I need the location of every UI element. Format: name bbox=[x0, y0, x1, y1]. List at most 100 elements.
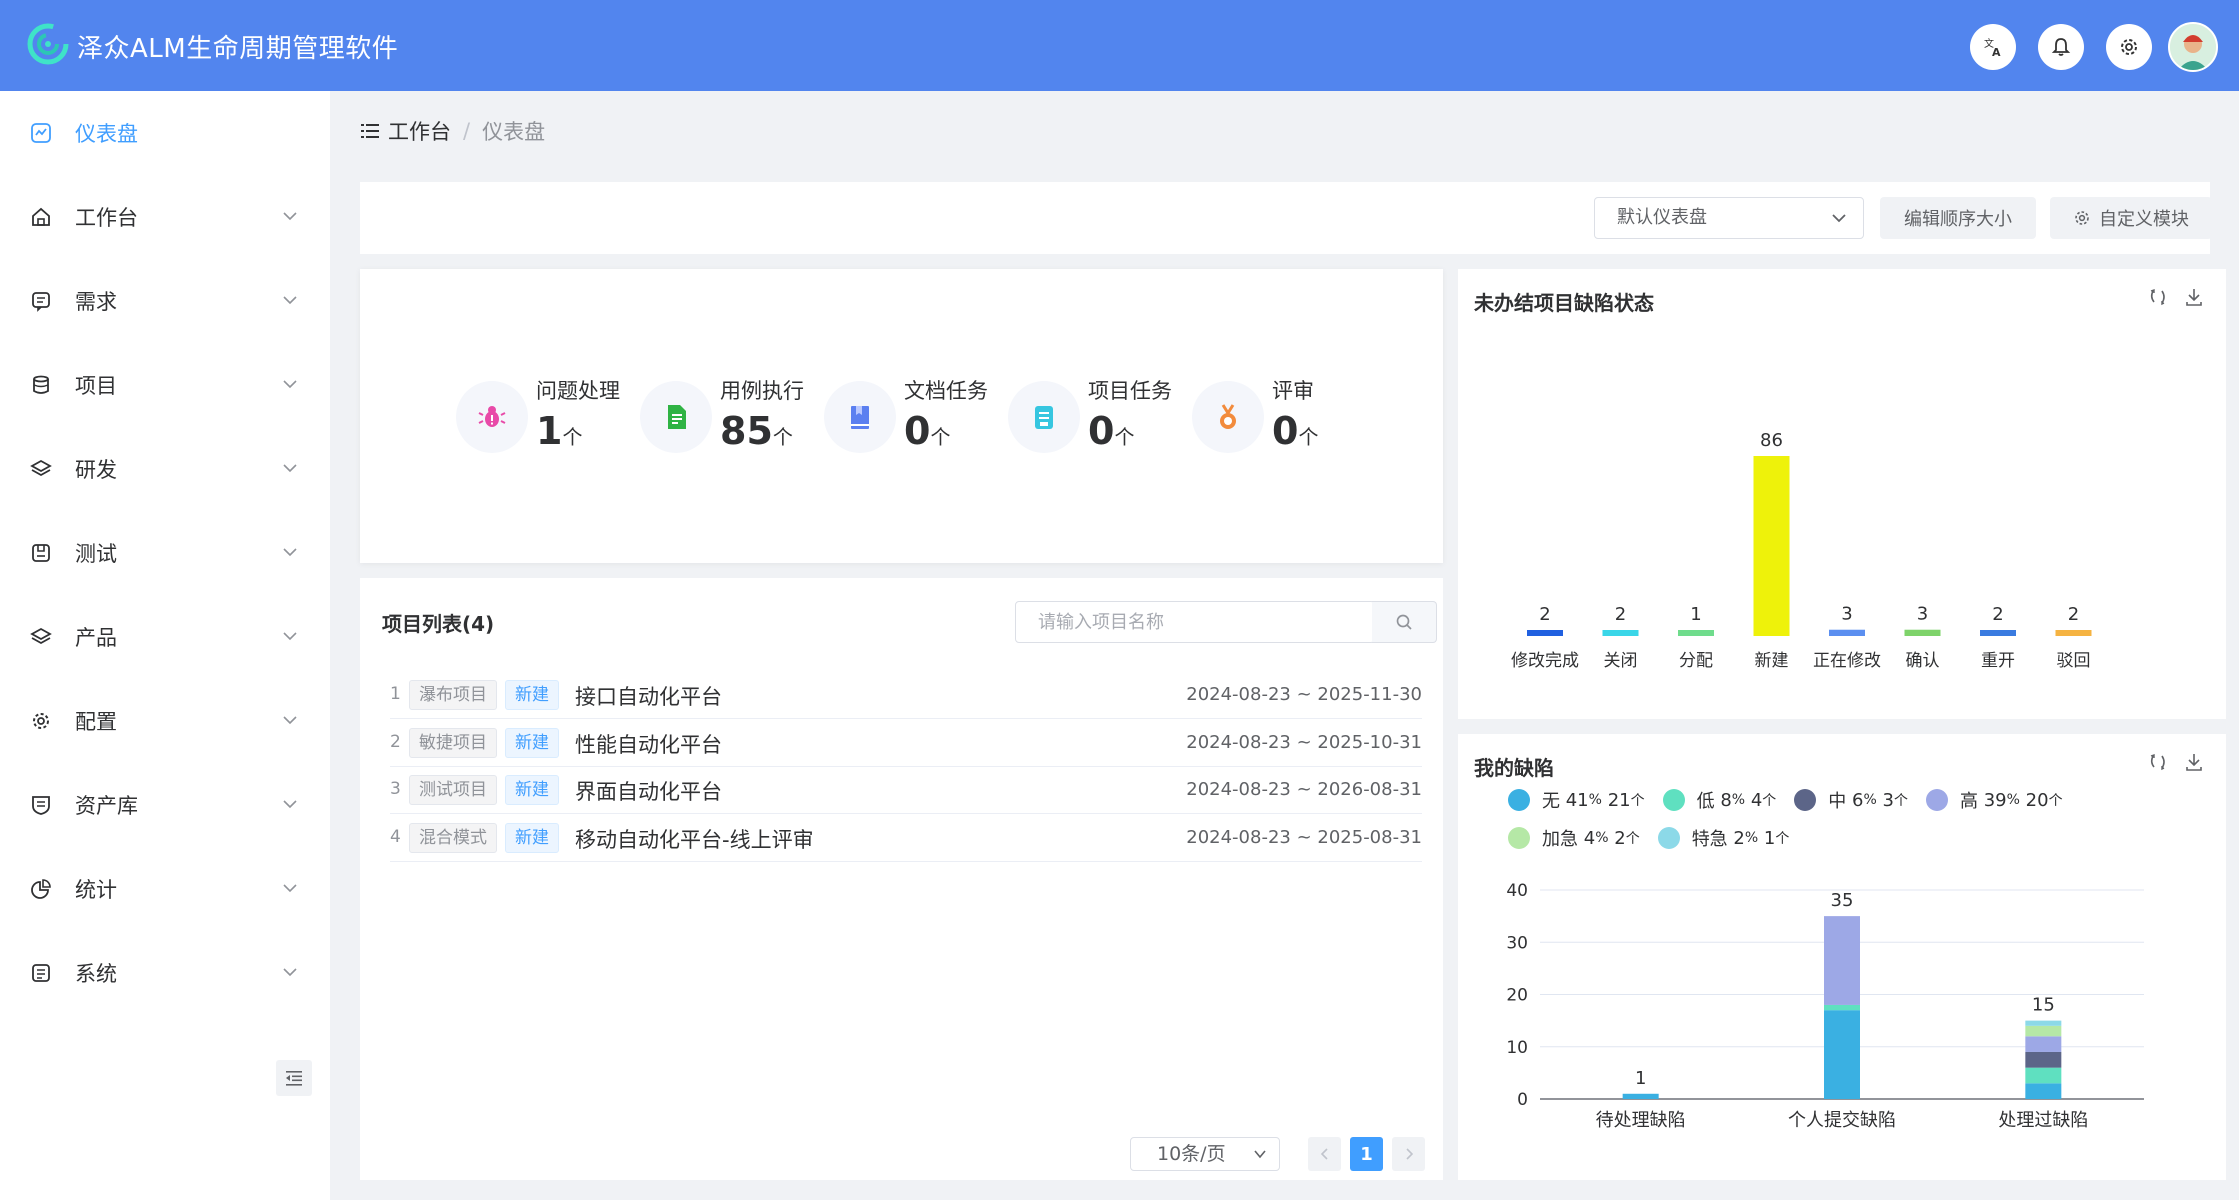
page-size-value: 10条/页 bbox=[1157, 1143, 1226, 1165]
legend-name: 加急 bbox=[1542, 829, 1578, 850]
sidebar-item-8[interactable]: 资产库 bbox=[0, 763, 330, 847]
refresh-icon[interactable] bbox=[2148, 287, 2168, 307]
page-size-select[interactable]: 10条/页 bbox=[1130, 1137, 1280, 1171]
next-page-button[interactable] bbox=[1392, 1137, 1425, 1171]
chevron-left-icon bbox=[1320, 1148, 1328, 1160]
breadcrumb-root[interactable]: 工作台 bbox=[388, 116, 451, 146]
legend-item[interactable]: 中 6% 3个 bbox=[1794, 787, 1908, 813]
notification-button[interactable] bbox=[2038, 24, 2084, 70]
project-search-button[interactable] bbox=[1372, 601, 1437, 643]
edit-order-button[interactable]: 编辑顺序大小 bbox=[1880, 197, 2036, 239]
legend-item[interactable]: 加急 4% 2个 bbox=[1508, 825, 1640, 851]
chevron-down-icon bbox=[283, 464, 297, 473]
sidebar-item-1[interactable]: 工作台 bbox=[0, 175, 330, 259]
project-name[interactable]: 移动自动化平台-线上评审 bbox=[575, 824, 814, 854]
translate-button[interactable]: 文 A bbox=[1970, 24, 2016, 70]
data-label: 2 bbox=[1615, 604, 1626, 625]
y-tick-label: 40 bbox=[1506, 881, 1528, 901]
legend-count-unit: 个 bbox=[1625, 831, 1640, 847]
my-defects-chart-card: 0 10 20 30 40 1 待处理缺陷 35 个人提交缺陷 15 处理过缺陷 我的缺陷 无 41… bbox=[1458, 734, 2226, 1180]
project-type-tag: 测试项目 bbox=[409, 775, 497, 805]
sidebar: 仪表盘工作台需求 项目 研发 测试产品配置资产库统计 系统 bbox=[0, 91, 330, 1200]
breadcrumb-current: 仪表盘 bbox=[482, 120, 546, 144]
sidebar-item-label: 工作台 bbox=[75, 206, 138, 230]
x-tick-label: 修改完成 bbox=[1511, 651, 1579, 671]
stat-value: 0个 bbox=[1272, 409, 1319, 453]
chevron-down-icon bbox=[283, 968, 297, 977]
gear-icon bbox=[33, 713, 49, 729]
sidebar-item-10[interactable]: 系统 bbox=[0, 931, 330, 1015]
stat-label: 评审 bbox=[1272, 379, 1314, 403]
legend-pct-unit: % bbox=[1595, 830, 1609, 846]
sidebar-item-0[interactable]: 仪表盘 bbox=[0, 91, 330, 175]
legend-count: 3 bbox=[1882, 789, 1894, 811]
download-icon[interactable] bbox=[2184, 287, 2204, 307]
svg-text:A: A bbox=[1992, 46, 2001, 58]
legend-pct: 2 bbox=[1733, 827, 1745, 849]
bar-0 bbox=[1527, 630, 1563, 636]
user-avatar[interactable] bbox=[2168, 22, 2218, 72]
dashboard-select[interactable]: 默认仪表盘 bbox=[1594, 197, 1864, 239]
legend-swatch bbox=[1794, 789, 1817, 811]
project-name[interactable]: 接口自动化平台 bbox=[575, 681, 722, 711]
stat-value: 0个 bbox=[904, 409, 951, 453]
project-name[interactable]: 界面自动化平台 bbox=[575, 776, 722, 806]
data-label: 86 bbox=[1760, 430, 1783, 451]
project-name[interactable]: 性能自动化平台 bbox=[575, 729, 722, 759]
prev-page-button[interactable] bbox=[1308, 1137, 1341, 1171]
chevron-down-icon bbox=[283, 296, 297, 305]
legend-pct-unit: % bbox=[1863, 792, 1877, 808]
row-index: 2 bbox=[390, 731, 401, 752]
legend-item[interactable]: 无 41% 21 个 bbox=[1508, 787, 1645, 813]
sidebar-collapse-button[interactable] bbox=[276, 1060, 312, 1096]
legend-item[interactable]: 高 39% 20 个 bbox=[1925, 787, 2063, 813]
bell-icon bbox=[2051, 38, 2071, 56]
legend-item[interactable]: 低 8% 4个 bbox=[1662, 787, 1777, 813]
bar-1 bbox=[1602, 630, 1639, 636]
table-row[interactable]: 1 瀑布项目 新建 接口自动化平台 2024-08-23 ~ 2025-11-30 bbox=[390, 672, 1422, 719]
project-search-input[interactable] bbox=[1015, 601, 1375, 643]
legend-count-unit: 个 bbox=[1630, 793, 1645, 809]
layers-icon bbox=[30, 459, 52, 477]
sidebar-item-2[interactable]: 需求 bbox=[0, 259, 330, 343]
legend-swatch bbox=[1657, 827, 1680, 849]
legend-pct-unit: % bbox=[1588, 792, 1602, 808]
refresh-icon[interactable] bbox=[2148, 752, 2168, 772]
dashboard-toolbar: 默认仪表盘 编辑顺序大小 自定义模块 bbox=[360, 182, 2212, 254]
asset-icon bbox=[32, 796, 50, 815]
sidebar-item-6[interactable]: 产品 bbox=[0, 595, 330, 679]
chevron-down-icon bbox=[1832, 214, 1846, 223]
sidebar-item-5[interactable]: 测试 bbox=[0, 511, 330, 595]
y-tick-label: 0 bbox=[1517, 1090, 1528, 1110]
settings-button[interactable] bbox=[2106, 24, 2152, 70]
dashboard-select-value: 默认仪表盘 bbox=[1617, 207, 1707, 228]
table-row[interactable]: 3 测试项目 新建 界面自动化平台 2024-08-23 ~ 2026-08-31 bbox=[390, 767, 1422, 814]
row-index: 4 bbox=[390, 826, 401, 847]
sidebar-item-7[interactable]: 配置 bbox=[0, 679, 330, 763]
sidebar-item-4[interactable]: 研发 bbox=[0, 427, 330, 511]
chevron-down-icon bbox=[283, 632, 297, 641]
top-header: 泽众ALM生命周期管理软件 文 A bbox=[0, 0, 2239, 91]
legend-name: 高 bbox=[1959, 791, 1978, 812]
download-icon[interactable] bbox=[2184, 752, 2204, 772]
project-icon bbox=[33, 375, 49, 394]
bar-6 bbox=[1980, 630, 2016, 636]
bar-segment-2 bbox=[2025, 1051, 2062, 1068]
legend-item[interactable]: 特急 2% 1个 bbox=[1657, 825, 1789, 851]
legend-count: 4 bbox=[1750, 789, 1763, 811]
custom-module-button[interactable]: 自定义模块 bbox=[2050, 197, 2212, 239]
sidebar-item-9[interactable]: 统计 bbox=[0, 847, 330, 931]
legend-count-unit: 个 bbox=[1762, 793, 1777, 809]
legend-swatch bbox=[1925, 789, 1948, 811]
sidebar-item-label: 资产库 bbox=[75, 794, 138, 818]
bar-7 bbox=[2055, 630, 2092, 636]
sidebar-item-label: 产品 bbox=[75, 626, 117, 650]
y-tick-label: 30 bbox=[1506, 933, 1528, 953]
table-row[interactable]: 2 敏捷项目 新建 性能自动化平台 2024-08-23 ~ 2025-10-31 bbox=[390, 720, 1422, 767]
sidebar-item-3[interactable]: 项目 bbox=[0, 343, 330, 427]
page-button-current[interactable]: 1 bbox=[1350, 1137, 1383, 1171]
table-row[interactable]: 4 混合模式 新建 移动自动化平台-线上评审 2024-08-23 ~ 2025-08-… bbox=[390, 815, 1422, 862]
bar-segment-0 bbox=[2025, 1083, 2062, 1099]
x-tick-label: 分配 bbox=[1679, 651, 1713, 671]
project-status-tag: 新建 bbox=[505, 680, 559, 710]
